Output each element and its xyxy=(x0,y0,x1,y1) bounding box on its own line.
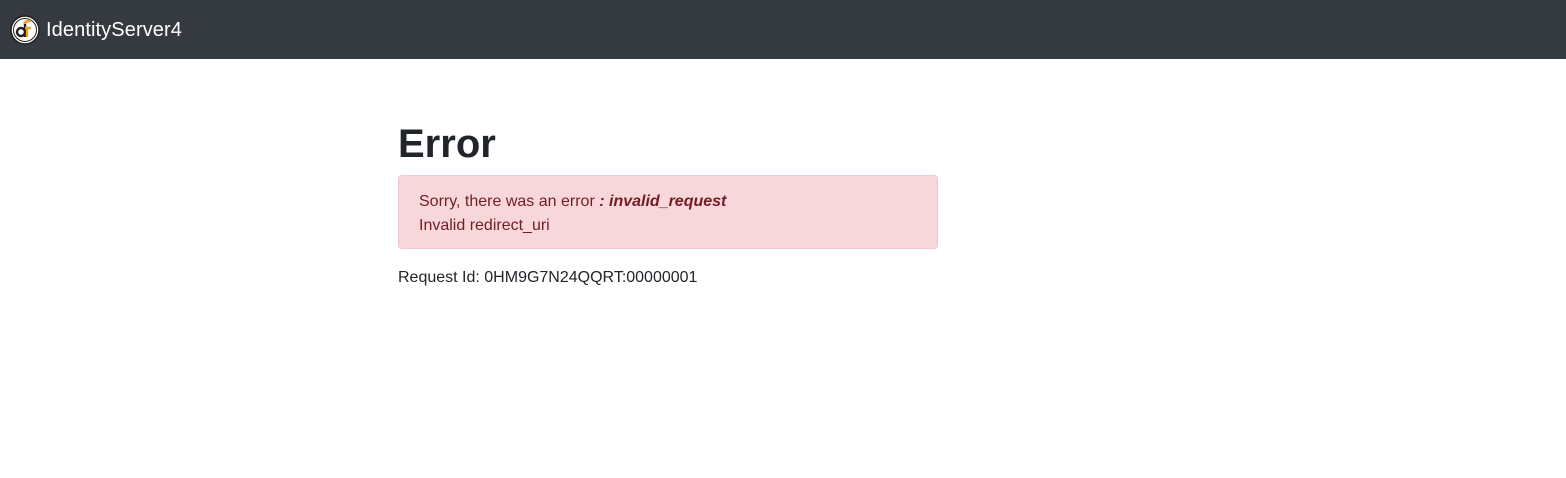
brand-link[interactable]: IdentityServer4 xyxy=(10,14,183,45)
error-message-prefix: Sorry, there was an error xyxy=(419,193,595,210)
error-alert: Sorry, there was an error : invalid_requ… xyxy=(398,175,938,249)
top-navbar: IdentityServer4 xyxy=(0,0,1566,59)
error-message-line: Sorry, there was an error : invalid_requ… xyxy=(419,190,917,214)
brand-name: IdentityServer4 xyxy=(46,18,183,41)
request-id-label: Request Id: xyxy=(398,269,480,286)
error-description: Invalid redirect_uri xyxy=(419,217,550,234)
page-title: Error xyxy=(398,122,496,166)
error-code: : invalid_request xyxy=(599,193,727,210)
identityserver-logo-icon xyxy=(10,14,40,45)
error-container: Error Sorry, there was an error : invali… xyxy=(398,120,938,290)
request-id-value: 0HM9G7N24QQRT:00000001 xyxy=(484,269,698,286)
request-id-line: Request Id: 0HM9G7N24QQRT:00000001 xyxy=(398,266,938,290)
